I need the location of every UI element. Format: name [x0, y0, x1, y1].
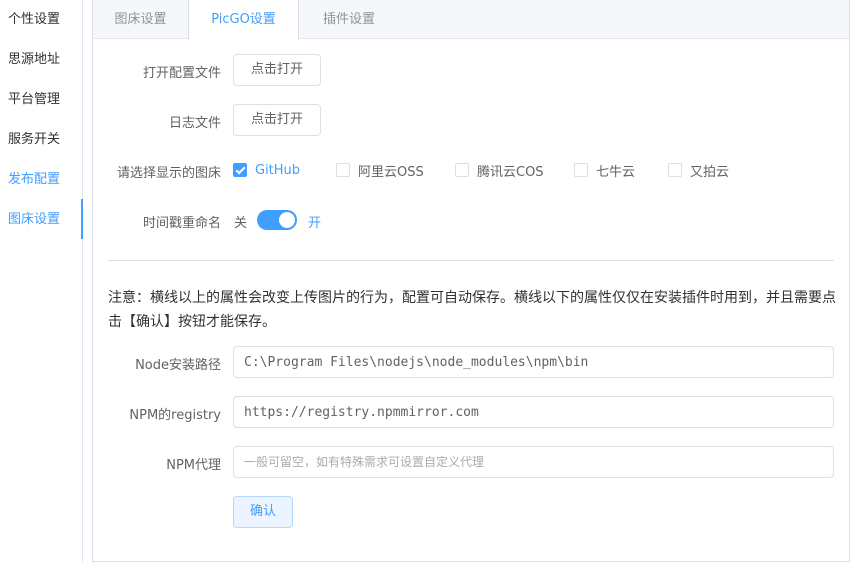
checkbox-qiniu[interactable]: 七牛云 — [574, 163, 636, 180]
tab-image-bed-settings[interactable]: 图床设置 — [93, 0, 188, 39]
sidebar-item-siyuan-address[interactable]: 思源地址 — [0, 40, 84, 80]
checkbox-checked-icon — [233, 163, 247, 177]
node-path-input[interactable] — [233, 346, 834, 378]
checkbox-unchecked-icon — [574, 163, 588, 177]
sidebar-item-image-bed-settings[interactable]: 图床设置 — [0, 200, 84, 240]
open-log-button[interactable]: 点击打开 — [233, 104, 321, 136]
rename-label: 时间戳重命名 — [142, 216, 221, 231]
checkbox-github[interactable]: GitHub — [233, 162, 301, 178]
sidebar-active-indicator — [81, 199, 83, 239]
tab-plugin-settings[interactable]: 插件设置 — [299, 0, 399, 39]
checkbox-aliyun-oss-label: 阿里云OSS — [358, 164, 424, 180]
rename-switch[interactable] — [257, 210, 297, 230]
open-config-label: 打开配置文件 — [142, 66, 221, 81]
checkbox-aliyun-oss[interactable]: 阿里云OSS — [336, 163, 424, 180]
tab-bar: 图床设置 PicGO设置 插件设置 — [93, 0, 849, 40]
npm-proxy-input[interactable] — [233, 446, 834, 478]
log-file-label: 日志文件 — [168, 116, 221, 131]
npm-registry-label: NPM的registry — [129, 408, 221, 423]
sidebar-divider — [82, 0, 83, 562]
checkbox-qiniu-label: 七牛云 — [596, 164, 636, 180]
tab-picgo-settings[interactable]: PicGO设置 — [188, 0, 299, 40]
image-bed-select-label: 请选择显示的图床 — [116, 166, 221, 181]
sidebar-item-publish-config[interactable]: 发布配置 — [0, 160, 84, 200]
checkbox-tencent-cos[interactable]: 腾讯云COS — [455, 163, 544, 180]
checkbox-unchecked-icon — [455, 163, 469, 177]
npm-proxy-label: NPM代理 — [166, 458, 221, 473]
checkbox-unchecked-icon — [668, 163, 682, 177]
switch-on-text: 开 — [308, 216, 322, 231]
checkbox-upyun[interactable]: 又拍云 — [668, 163, 730, 180]
confirm-button[interactable]: 确认 — [233, 496, 293, 528]
npm-registry-input[interactable] — [233, 396, 834, 428]
switch-knob — [279, 212, 295, 228]
checkbox-upyun-label: 又拍云 — [690, 164, 730, 180]
switch-off-text: 关 — [234, 216, 248, 231]
sidebar-item-personalization[interactable]: 个性设置 — [0, 0, 84, 40]
open-config-button[interactable]: 点击打开 — [233, 54, 321, 86]
checkbox-tencent-cos-label: 腾讯云COS — [477, 164, 544, 180]
sidebar-item-platform-management[interactable]: 平台管理 — [0, 80, 84, 120]
sidebar: 个性设置 思源地址 平台管理 服务开关 发布配置 图床设置 — [0, 0, 84, 562]
save-behavior-note: 注意：横线以上的属性会改变上传图片的行为，配置可自动保存。横线以下的属性仅仅在安… — [108, 290, 836, 330]
sidebar-item-service-switch[interactable]: 服务开关 — [0, 120, 84, 160]
section-divider — [108, 260, 834, 261]
checkbox-github-label: GitHub — [255, 162, 301, 178]
checkbox-unchecked-icon — [336, 163, 350, 177]
node-path-label: Node安装路径 — [135, 358, 221, 373]
